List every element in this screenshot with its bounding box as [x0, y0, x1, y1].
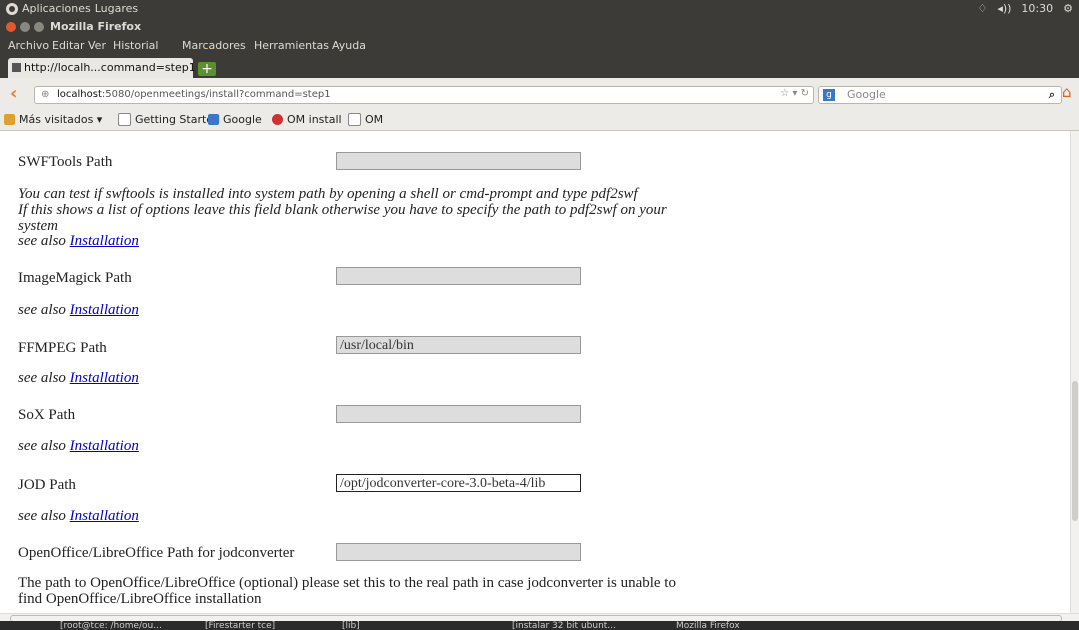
bookmark-label: OM	[365, 113, 384, 126]
menubar: Archivo Editar Ver Historial Marcadores …	[0, 36, 1079, 54]
installation-link[interactable]: Installation	[70, 508, 139, 524]
jod-label: JOD Path	[18, 477, 76, 493]
om-icon	[272, 114, 283, 125]
search-bar[interactable]: g Google ⌕	[818, 86, 1062, 104]
menu-ver[interactable]: Ver	[88, 39, 106, 52]
office-input[interactable]	[336, 543, 581, 561]
url-host: localhost	[57, 89, 102, 100]
imagemagick-label: ImageMagick Path	[18, 270, 132, 286]
menu-marcadores[interactable]: Marcadores	[182, 39, 246, 52]
url-bar[interactable]: ⊕ localhost:5080/openmeetings/install?co…	[34, 86, 814, 104]
tab-active[interactable]: http://localh...command=step1	[8, 58, 196, 78]
volume-icon[interactable]: ◂))	[997, 2, 1011, 15]
tab-bar: http://localh...command=step1	[0, 54, 1079, 78]
see-also-text: see also	[18, 508, 66, 524]
see-also-text: see also	[18, 438, 66, 454]
imagemagick-input[interactable]	[336, 267, 581, 285]
ffmpeg-input[interactable]: /usr/local/bin	[336, 336, 581, 354]
installation-link[interactable]: Installation	[70, 370, 139, 386]
see-also-jod: see also Installation	[18, 508, 139, 524]
bookmark-google[interactable]: Google	[208, 113, 262, 126]
swftools-note-2: If this shows a list of options leave th…	[18, 202, 667, 218]
menu-editar[interactable]: Editar	[52, 39, 85, 52]
scrollbar-thumb[interactable]	[1072, 381, 1078, 521]
reload-icon[interactable]: ☆ ▾ ↻	[780, 88, 809, 99]
google-icon	[208, 114, 219, 125]
menu-lugares[interactable]: Lugares	[95, 2, 138, 15]
see-also-text: see also	[18, 370, 66, 386]
menu-ayuda[interactable]: Ayuda	[332, 39, 366, 52]
taskbar: [root@tce: /home/ou... [Firestarter tce]…	[0, 621, 1079, 630]
home-icon[interactable]: ⌂	[1062, 84, 1078, 100]
navigation-toolbar: ‹ ⊕ localhost:5080/openmeetings/install?…	[0, 78, 1079, 111]
office-note-1: The path to OpenOffice/LibreOffice (opti…	[18, 575, 676, 591]
settings-gear-icon[interactable]: ⚙	[1063, 2, 1073, 15]
page-icon	[118, 113, 131, 126]
network-icon[interactable]: ♢	[977, 2, 987, 15]
see-also-swftools: see also Installation	[18, 233, 139, 249]
back-arrow-icon[interactable]: ‹	[10, 85, 24, 103]
page-favicon-icon	[12, 63, 21, 72]
bookmark-label: Más visitados ▾	[19, 113, 103, 126]
vertical-scrollbar[interactable]	[1070, 131, 1079, 613]
taskbar-item[interactable]: [instalar 32 bit ubunt...	[512, 621, 616, 630]
see-also-sox: see also Installation	[18, 438, 139, 454]
swftools-note-3: system	[18, 218, 58, 234]
clock[interactable]: 10:30	[1021, 2, 1053, 15]
google-engine-icon[interactable]: g	[823, 89, 835, 101]
minimize-window-icon[interactable]	[20, 22, 30, 32]
menu-historial[interactable]: Historial	[113, 39, 158, 52]
taskbar-item[interactable]: Mozilla Firefox	[676, 621, 740, 630]
search-placeholder: Google	[847, 88, 886, 101]
swftools-input[interactable]	[336, 152, 581, 170]
taskbar-item[interactable]: [root@tce: /home/ou...	[60, 621, 162, 630]
new-tab-plus-icon[interactable]: +	[198, 62, 216, 76]
window-title: Mozilla Firefox	[50, 20, 142, 33]
bookmarks-toolbar: Más visitados ▾ Getting Started Google O…	[0, 110, 1079, 131]
bookmark-getting-started[interactable]: Getting Started	[118, 113, 220, 126]
ubuntu-logo-icon[interactable]	[6, 2, 18, 15]
swftools-label: SWFTools Path	[18, 154, 113, 170]
see-also-ffmpeg: see also Installation	[18, 370, 139, 386]
jod-input[interactable]: /opt/jodconverter-core-3.0-beta-4/lib	[336, 474, 581, 492]
page-content: SWFTools Path You can test if swftools i…	[0, 131, 1070, 613]
taskbar-item[interactable]: [lib]	[342, 621, 360, 630]
menu-herramientas[interactable]: Herramientas	[254, 39, 329, 52]
bookmark-om[interactable]: OM	[348, 113, 383, 126]
installation-link[interactable]: Installation	[70, 233, 139, 249]
bookmark-mas-visitados[interactable]: Más visitados ▾	[4, 113, 102, 126]
office-label: OpenOffice/LibreOffice Path for jodconve…	[18, 545, 295, 561]
tab-label: http://localh...command=step1	[24, 61, 196, 74]
sox-label: SoX Path	[18, 407, 76, 423]
globe-icon: ⊕	[41, 89, 50, 100]
see-also-text: see also	[18, 233, 66, 249]
sox-input[interactable]	[336, 405, 581, 423]
menu-aplicaciones[interactable]: Aplicaciones	[22, 2, 91, 15]
bookmark-label: Google	[223, 113, 262, 126]
office-note-2: find OpenOffice/LibreOffice installation	[18, 591, 262, 607]
see-also-imagemagick: see also Installation	[18, 302, 139, 318]
page-icon	[348, 113, 361, 126]
ffmpeg-label: FFMPEG Path	[18, 340, 107, 356]
installation-link[interactable]: Installation	[70, 438, 139, 454]
bookmark-label: OM install	[287, 113, 342, 126]
bookmark-om-install[interactable]: OM install	[272, 113, 342, 126]
swftools-note-1: You can test if swftools is installed in…	[18, 186, 638, 202]
search-icon[interactable]: ⌕	[1049, 88, 1055, 102]
close-window-icon[interactable]	[6, 22, 16, 32]
installation-link[interactable]: Installation	[70, 302, 139, 318]
menu-archivo[interactable]: Archivo	[8, 39, 49, 52]
taskbar-item[interactable]: [Firestarter tce]	[205, 621, 275, 630]
maximize-window-icon[interactable]	[34, 22, 44, 32]
system-top-panel: Aplicaciones Lugares ♢ ◂)) 10:30 ⚙	[0, 0, 1079, 18]
see-also-text: see also	[18, 302, 66, 318]
window-titlebar: Mozilla Firefox	[0, 18, 1079, 36]
url-path: :5080/openmeetings/install?command=step1	[101, 89, 331, 100]
folder-icon	[4, 114, 15, 125]
